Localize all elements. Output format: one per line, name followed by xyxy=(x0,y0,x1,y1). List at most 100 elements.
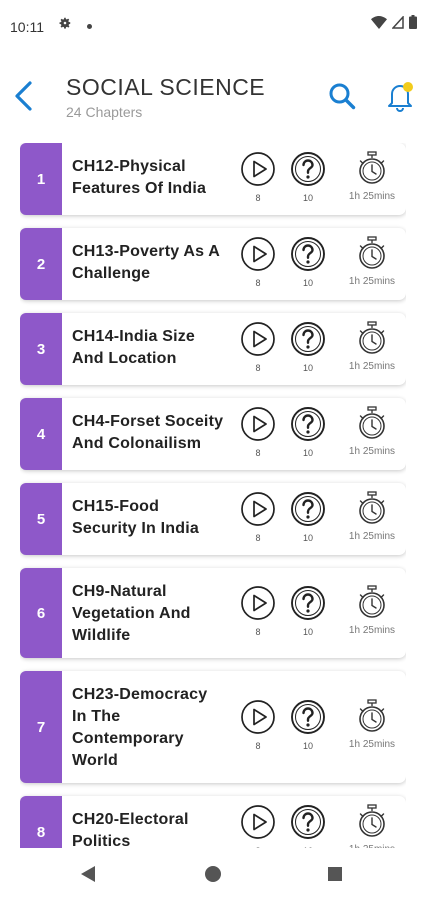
duration-stat-count: 1h 25mins xyxy=(348,531,396,542)
chapter-number: 1 xyxy=(20,143,62,215)
nav-home-icon[interactable] xyxy=(205,866,221,882)
questions-stat-count: 10 xyxy=(302,278,313,288)
question-mark-icon xyxy=(290,585,326,626)
chapter-stats: 8 10 1h 25mins xyxy=(240,228,400,300)
duration-stat-count: 1h 25mins xyxy=(348,625,396,636)
chapter-card[interactable]: 3 CH14-India Size And Location 8 10 1h 25mins xyxy=(20,313,406,385)
play-video-icon xyxy=(240,406,276,447)
videos-stat[interactable]: 8 xyxy=(240,699,276,751)
chapter-number: 6 xyxy=(20,568,62,658)
status-bar: 10:11 xyxy=(0,0,425,56)
questions-stat-count: 10 xyxy=(302,193,313,203)
chapter-card[interactable]: 7 CH23-Democracy In The Contemporary World 8 1… xyxy=(20,671,406,783)
chapter-card[interactable]: 1 CH12-Physical Features Of India 8 10 1h 25m… xyxy=(20,143,406,215)
chapter-card[interactable]: 2 CH13-Poverty As A Challenge 8 10 1h 25mins xyxy=(20,228,406,300)
chapter-stats: 8 10 1h 25mins xyxy=(240,796,400,848)
chapter-stats: 8 10 1h 25mins xyxy=(240,483,400,555)
questions-stat[interactable]: 10 xyxy=(290,699,326,751)
chapter-number: 2 xyxy=(20,228,62,300)
duration-stat[interactable]: 1h 25mins xyxy=(342,236,402,287)
videos-stat-count: 8 xyxy=(255,627,261,637)
question-mark-icon xyxy=(290,699,326,740)
chapter-count: 24 Chapters xyxy=(66,104,143,120)
chapter-stats: 8 10 1h 25mins xyxy=(240,671,400,783)
videos-stat[interactable]: 8 xyxy=(240,585,276,637)
videos-stat[interactable]: 8 xyxy=(240,804,276,848)
play-video-icon xyxy=(240,151,276,192)
duration-stat[interactable]: 1h 25mins xyxy=(342,585,402,636)
settings-gear-icon xyxy=(58,16,72,35)
stopwatch-icon xyxy=(357,804,387,843)
system-nav-bar xyxy=(0,848,425,900)
cell-signal-icon xyxy=(391,14,404,34)
battery-icon xyxy=(409,15,417,34)
nav-recents-icon[interactable] xyxy=(328,867,342,881)
search-icon xyxy=(328,82,356,115)
videos-stat[interactable]: 8 xyxy=(240,321,276,373)
duration-stat[interactable]: 1h 25mins xyxy=(342,321,402,372)
stopwatch-icon xyxy=(357,321,387,360)
chapter-card[interactable]: 8CH20-ElectoralPolitics8101h 25mins xyxy=(20,796,406,848)
chapter-card[interactable]: 5 CH15-Food Security In India 8 10 1h 25mins xyxy=(20,483,406,555)
duration-stat[interactable]: 1h 25mins xyxy=(342,406,402,457)
question-mark-icon xyxy=(290,804,326,845)
search-button[interactable] xyxy=(324,80,360,116)
videos-stat[interactable]: 8 xyxy=(240,151,276,203)
questions-stat[interactable]: 10 xyxy=(290,406,326,458)
play-video-icon xyxy=(240,804,276,845)
chapter-card[interactable]: 4 CH4-Forset Soceity And Colonailism 8 10 1h … xyxy=(20,398,406,470)
stopwatch-icon xyxy=(357,406,387,445)
questions-stat-count: 10 xyxy=(302,627,313,637)
notification-dot-icon xyxy=(87,24,92,29)
chapter-number: 5 xyxy=(20,483,62,555)
question-mark-icon xyxy=(290,151,326,192)
notifications-button[interactable] xyxy=(380,78,420,118)
chapter-stats: 8 10 1h 25mins xyxy=(240,398,400,470)
duration-stat-count: 1h 25mins xyxy=(348,191,396,202)
duration-stat-count: 1h 25mins xyxy=(348,361,396,372)
questions-stat[interactable]: 10 xyxy=(290,321,326,373)
stopwatch-icon xyxy=(357,151,387,190)
chapter-number: 4 xyxy=(20,398,62,470)
questions-stat[interactable]: 10 xyxy=(290,236,326,288)
questions-stat[interactable]: 10 xyxy=(290,151,326,203)
nav-back-icon[interactable] xyxy=(80,865,96,888)
videos-stat-count: 8 xyxy=(255,448,261,458)
question-mark-icon xyxy=(290,491,326,532)
status-time: 10:11 xyxy=(10,19,44,35)
stopwatch-icon xyxy=(357,699,387,738)
videos-stat-count: 8 xyxy=(255,278,261,288)
questions-stat[interactable]: 10 xyxy=(290,804,326,848)
chapter-list[interactable]: 1 CH12-Physical Features Of India 8 10 1h 25m… xyxy=(20,143,406,848)
page-title: SOCIAL SCIENCE xyxy=(66,74,266,100)
chapter-stats: 8 10 1h 25mins xyxy=(240,313,400,385)
questions-stat[interactable]: 10 xyxy=(290,491,326,543)
duration-stat[interactable]: 1h 25mins xyxy=(342,491,402,542)
videos-stat[interactable]: 8 xyxy=(240,406,276,458)
questions-stat[interactable]: 10 xyxy=(290,585,326,637)
stopwatch-icon xyxy=(357,585,387,624)
stopwatch-icon xyxy=(357,491,387,530)
chapter-card[interactable]: 6 CH9-Natural Vegetation And Wildlife 8 10 1h … xyxy=(20,568,406,658)
videos-stat[interactable]: 8 xyxy=(240,236,276,288)
duration-stat[interactable]: 1h 25mins xyxy=(342,699,402,750)
videos-stat-count: 8 xyxy=(255,533,261,543)
duration-stat[interactable]: 1h 25mins xyxy=(342,151,402,202)
play-video-icon xyxy=(240,585,276,626)
duration-stat[interactable]: 1h 25mins xyxy=(342,804,402,848)
videos-stat[interactable]: 8 xyxy=(240,491,276,543)
play-video-icon xyxy=(240,491,276,532)
question-mark-icon xyxy=(290,406,326,447)
duration-stat-count: 1h 25mins xyxy=(348,276,396,287)
videos-stat-count: 8 xyxy=(255,363,261,373)
videos-stat-count: 8 xyxy=(255,193,261,203)
chapter-stats: 8 10 1h 25mins xyxy=(240,143,400,215)
questions-stat-count: 10 xyxy=(302,533,313,543)
chevron-left-icon xyxy=(12,80,34,117)
duration-stat-count: 1h 25mins xyxy=(348,739,396,750)
back-button[interactable] xyxy=(6,78,40,118)
chapter-stats: 8 10 1h 25mins xyxy=(240,568,400,658)
wifi-icon xyxy=(371,15,387,34)
questions-stat-count: 10 xyxy=(302,741,313,751)
questions-stat-count: 10 xyxy=(302,448,313,458)
